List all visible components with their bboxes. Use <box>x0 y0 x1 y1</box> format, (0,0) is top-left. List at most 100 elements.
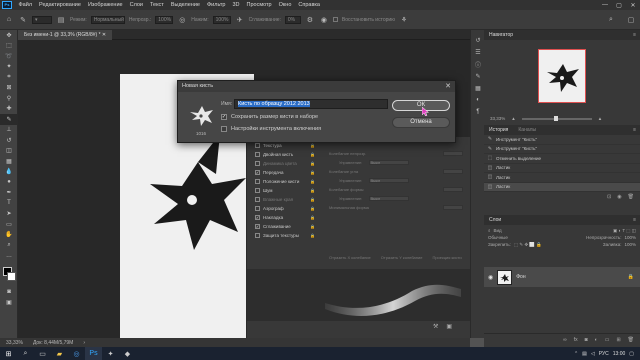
maximize-button[interactable]: ▢ <box>612 2 626 9</box>
snapshot-from-state-icon[interactable]: ⊡ <box>607 194 611 200</box>
eye-visibility-icon[interactable]: ◉ <box>488 274 493 281</box>
flip-y-jitter-check[interactable]: Отразить Y колебание <box>381 255 423 267</box>
brush-preset-picker[interactable]: ▾ <box>32 15 52 24</box>
panel-menu-icon[interactable]: ≡ <box>633 32 636 38</box>
lock-icon[interactable]: 🔒 <box>310 143 315 148</box>
eyedropper-tool-icon[interactable]: ⚲ <box>0 93 18 104</box>
airbrush-icon[interactable]: ✈ <box>235 15 245 25</box>
lock-icons[interactable]: ⬚ ✎ ✥ ⬜ 🔒 <box>514 242 542 248</box>
eraser-tool-icon[interactable]: ◫ <box>0 146 18 157</box>
trash-icon[interactable]: 🗑 <box>628 194 634 200</box>
network-icon[interactable]: ▤ <box>582 351 587 357</box>
brush-settings-toggle-icon[interactable]: ▤ <box>56 15 66 25</box>
menu-select[interactable]: Выделение <box>167 0 203 10</box>
background-color-swatch[interactable] <box>7 272 16 281</box>
healing-brush-tool-icon[interactable]: ✚ <box>0 104 18 115</box>
brush-option-checkbox[interactable] <box>255 188 260 193</box>
opacity-field[interactable]: 100% <box>155 15 174 24</box>
lock-icon[interactable]: 🔒 <box>310 188 315 193</box>
ok-button[interactable]: ОК <box>392 100 450 111</box>
properties-panel-icon[interactable]: ☰ <box>471 46 485 58</box>
save-brush-size-option[interactable]: ✓ Сохранить размер кисти в наборе <box>221 114 318 120</box>
fill-value[interactable]: 100% <box>624 242 636 247</box>
brush-option-checkbox[interactable] <box>255 161 260 166</box>
menu-layer[interactable]: Слои <box>126 0 146 10</box>
history-item[interactable]: ◫ Ластик <box>484 173 640 183</box>
opacity-jitter-field[interactable] <box>443 151 463 156</box>
adjustments-panel-icon[interactable]: ◐ <box>471 94 485 106</box>
zoom-slider[interactable] <box>521 115 592 121</box>
start-menu-icon[interactable]: ⊞ <box>0 347 17 360</box>
brush-option-checkbox-checked[interactable]: ✓ <box>255 215 260 220</box>
file-explorer-icon[interactable]: ▰ <box>51 347 68 360</box>
type-tool-icon[interactable]: T <box>0 198 18 209</box>
history-panel-icon[interactable]: ↺ <box>471 34 485 46</box>
control-select[interactable]: Выкл <box>369 160 410 165</box>
photoshop-taskbar-icon[interactable]: Ps <box>85 347 102 360</box>
status-arrow-icon[interactable]: › <box>83 340 85 346</box>
navigator-zoom-value[interactable]: 33,33% <box>490 116 505 121</box>
brush-option-build-up[interactable]: ✓ Накладка 🔒 <box>247 213 319 222</box>
document-tab[interactable]: Без имени-1 @ 33,3% (RGB/8#) * ✕ <box>18 30 113 40</box>
cancel-button[interactable]: Отмена <box>392 117 450 128</box>
lasso-tool-icon[interactable]: ➰ <box>0 51 18 62</box>
history-item-current[interactable]: ◫ Ластик <box>484 182 640 192</box>
brush-option-color-dynamics[interactable]: Динамика цвета 🔒 <box>247 159 319 168</box>
dialog-close-icon[interactable]: ✕ <box>445 81 451 92</box>
app-icon[interactable]: ◆ <box>119 347 136 360</box>
menu-filter[interactable]: Фильтр <box>203 0 228 10</box>
lock-icon[interactable]: 🔒 <box>310 233 315 238</box>
zoom-tool-icon[interactable]: ⌕ <box>0 240 18 251</box>
save-brush-size-checkbox[interactable]: ✓ <box>221 114 227 120</box>
info-panel-icon[interactable]: ⓘ <box>471 58 485 70</box>
search-icon[interactable]: ⌕ <box>606 15 616 25</box>
add-mask-icon[interactable]: ◙ <box>585 337 588 343</box>
tab-channels[interactable]: Каналы <box>513 125 541 135</box>
history-item[interactable]: ◫ Ластик <box>484 164 640 173</box>
gradient-tool-icon[interactable]: ▦ <box>0 156 18 167</box>
brush-option-checkbox[interactable] <box>255 143 260 148</box>
marquee-tool-icon[interactable]: ⬚ <box>0 41 18 52</box>
brush-option-brush-pose[interactable]: Положение кисти 🔒 <box>247 177 319 186</box>
new-group-icon[interactable]: ▭ <box>605 337 610 343</box>
more-tools-icon[interactable]: … <box>0 251 18 262</box>
panel-menu-icon[interactable]: ≡ <box>633 127 636 133</box>
filter-icons[interactable]: ▣ ◐ T ⬚ ◫ <box>613 228 636 234</box>
blur-tool-icon[interactable]: 💧 <box>0 167 18 178</box>
close-tab-icon[interactable]: ✕ <box>102 32 106 38</box>
new-brush-icon[interactable]: ▣ <box>446 323 452 330</box>
brush-option-checkbox[interactable] <box>255 233 260 238</box>
control-select[interactable]: Выкл <box>369 178 410 183</box>
menu-edit[interactable]: Редактирование <box>36 0 85 10</box>
notifications-icon[interactable]: ▢ <box>629 351 634 357</box>
brush-option-smoothing[interactable]: ✓ Сглаживание 🔒 <box>247 222 319 231</box>
symmetry-butterfly-icon[interactable]: ⚘ <box>399 15 409 25</box>
lock-icon[interactable]: 🔒 <box>310 197 315 202</box>
brush-name-input[interactable]: Кисть по образцу 2012 2013 <box>234 99 388 109</box>
lock-icon[interactable]: 🔒 <box>310 206 315 211</box>
task-view-icon[interactable]: ▭ <box>34 347 51 360</box>
menu-3d[interactable]: 3D <box>229 0 243 10</box>
brush-tool-icon-active[interactable]: ✎ <box>0 114 18 125</box>
menu-type[interactable]: Текст <box>146 0 167 10</box>
lock-icon[interactable]: 🔒 <box>310 152 315 157</box>
flow-field[interactable]: 100% <box>212 15 231 24</box>
clone-stamp-tool-icon[interactable]: ⊥ <box>0 125 18 136</box>
toggle-hard-bristle-icon[interactable]: ⚒ <box>433 323 438 330</box>
pressure-opacity-icon[interactable]: ◎ <box>177 15 187 25</box>
angle-jitter-field[interactable] <box>443 169 463 174</box>
dodge-tool-icon[interactable]: ● <box>0 177 18 188</box>
zoom-readout[interactable]: 33,33% <box>6 340 23 346</box>
tab-history[interactable]: История <box>484 125 513 135</box>
brush-option-checkbox-checked[interactable]: ✓ <box>255 170 260 175</box>
layer-row-background[interactable]: ◉ Фон 🔒 <box>484 267 640 287</box>
pen-tool-icon[interactable]: ✒ <box>0 188 18 199</box>
workspace-icon[interactable]: ▢ <box>626 15 636 25</box>
lock-icon[interactable]: 🔒 <box>310 215 315 220</box>
browser-icon[interactable]: ◎ <box>68 347 85 360</box>
delete-layer-icon[interactable]: 🗑 <box>628 337 634 343</box>
move-tool-icon[interactable]: ✥ <box>0 30 18 41</box>
mode-select[interactable]: Нормальный <box>90 15 125 24</box>
zoom-in-icon[interactable]: ▲ <box>598 116 602 121</box>
shape-tool-icon[interactable]: ▭ <box>0 219 18 230</box>
